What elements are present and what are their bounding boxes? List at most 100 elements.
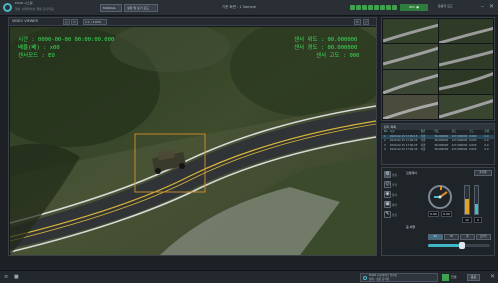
tab-eo[interactable]: EO (428, 234, 443, 240)
zoom-slider-knob[interactable] (459, 242, 466, 249)
reset-button[interactable]: 초기화 (474, 170, 492, 176)
zoom-ratio-button[interactable]: 1:1 / 100% (83, 19, 107, 25)
secondary-gauge-fill (475, 204, 478, 214)
side-button-detect[interactable]: ◉ 탐지 (384, 190, 400, 199)
center-label: 기준 화면 : 1 Sample (222, 5, 256, 9)
table-cell: 127.000000 (451, 148, 468, 151)
gimbal-dial[interactable] (428, 185, 452, 209)
zoom-slider[interactable] (428, 242, 490, 249)
control-sidebar: ⚙ 설정 ◎ 추적 ◉ 탐지 ▣ 화면 ✎ 편집 (384, 170, 400, 220)
table-cell: 0.9 (484, 148, 489, 151)
thumbnail[interactable] (383, 69, 438, 94)
video-toolbar: VIDEO VIEWER □ ▭ 1:1 / 100% ↻ ⤢ (9, 18, 376, 26)
secondary-gauge[interactable] (474, 185, 479, 215)
overlay-latitude: 센서 위도 : 00.000000 (294, 37, 358, 43)
status-led (368, 5, 373, 10)
radar-icon: ◉ (384, 191, 391, 198)
record-indicator[interactable]: REC ● (400, 4, 428, 11)
tab-ir[interactable]: IR (444, 234, 459, 240)
connection-icon (363, 276, 367, 280)
status-led (386, 5, 391, 10)
mode-button[interactable]: MANUAL (100, 4, 122, 12)
side-button-edit[interactable]: ✎ 편집 (384, 210, 400, 219)
minimize-icon[interactable]: – (481, 3, 484, 11)
thumbnail[interactable] (438, 19, 493, 44)
overlay-sensor-mode: 센서모드 : EO (18, 53, 55, 59)
overlay-zoom: 배율(배) : x00 (18, 45, 60, 51)
thumbnail[interactable] (438, 94, 493, 119)
status-led (380, 5, 385, 10)
zoom-slider-label: 줌 배율 (406, 225, 416, 229)
video-panel-title: VIDEO VIEWER (12, 19, 38, 23)
thumbnail[interactable] (383, 19, 438, 44)
tilt-value: 0.00 (441, 211, 452, 217)
close-icon[interactable]: ✕ (490, 273, 495, 280)
app-window: EO/IR 시스템 영상 시뮬레이션 재생 모니터링 MANUAL 설정 및 보… (0, 0, 498, 283)
detection-list-panel: 탐지 목록 No 시간 종류 위도 경도 고도 신뢰 1 2020-02-15 … (381, 123, 495, 165)
overlay-time: 시간 : 0000-00-00 00:00:00.000 (18, 37, 115, 43)
side-button-settings[interactable]: ⚙ 설정 (384, 170, 400, 179)
elevation-gauge-fill (465, 198, 469, 214)
side-button-label: 설정 (392, 173, 397, 177)
side-button-screen[interactable]: ▣ 화면 (384, 200, 400, 209)
thumbnail[interactable] (383, 44, 438, 69)
zoom-slider-fill (428, 244, 463, 247)
pan-value: 0.00 (428, 211, 439, 217)
title-bar: EO/IR 시스템 영상 시뮬레이션 재생 모니터링 MANUAL 설정 및 보… (0, 0, 498, 16)
table-cell: 36.000000 (434, 148, 449, 151)
connection-info-line2: 상태 : 정상 동작중 (369, 277, 390, 281)
side-button-label: 추적 (392, 183, 397, 187)
connection-status-text: 연결 (451, 275, 457, 279)
video-feed[interactable]: 시간 : 0000-00-00 00:00:00.000 배율(배) : x00… (10, 27, 376, 255)
app-title: EO/IR 시스템 (15, 1, 33, 5)
view-config-button[interactable]: 설정 및 보기 모드 (124, 4, 158, 12)
layout-single-button[interactable]: □ (63, 19, 70, 25)
table-cell: 0.000 (468, 148, 477, 151)
elevation-gauge[interactable] (464, 185, 470, 215)
gimbal-control-panel: ⚙ 설정 ◎ 추적 ◉ 탐지 ▣ 화면 ✎ 편집 짐벌제어 초기화 0.00 0.00 1… (381, 167, 495, 256)
side-button-track[interactable]: ◎ 추적 (384, 180, 400, 189)
fullscreen-button[interactable]: ⤢ (363, 19, 370, 25)
thumbnail[interactable] (438, 44, 493, 69)
sensor-tabs: EO IR 줌 포커스 (428, 234, 491, 240)
tab-zoom[interactable]: 줌 (460, 234, 475, 240)
aerial-scene-image (10, 27, 376, 255)
dial-arrow-icon (434, 191, 448, 199)
user-mode-label: 운용자 모드 (438, 4, 453, 8)
table-cell: 2020-02-15 17:00:30 (389, 148, 418, 151)
status-led (392, 5, 397, 10)
target-icon: ◎ (384, 181, 391, 188)
status-led (374, 5, 379, 10)
connection-info: EO/IR 시뮬레이터 연결됨 상태 : 정상 동작중 (360, 273, 438, 282)
tab-focus[interactable]: 포커스 (476, 234, 491, 240)
table-cell: 차량 (420, 148, 426, 151)
screen-icon: ▣ (384, 201, 391, 208)
menu-icon[interactable]: ≡ (4, 274, 8, 280)
gauge-value: 12 (462, 217, 472, 223)
side-button-label: 편집 (392, 213, 397, 217)
exit-button[interactable]: 종료 (467, 274, 480, 281)
status-led (350, 5, 355, 10)
table-row[interactable]: 4 2020-02-15 17:00:30 차량 36.000000 127.0… (382, 148, 494, 153)
gear-icon: ⚙ (384, 171, 391, 178)
refresh-button[interactable]: ↻ (354, 19, 361, 25)
close-icon[interactable]: ✕ (489, 3, 494, 11)
layout-wide-button[interactable]: ▭ (71, 19, 78, 25)
thumbnail[interactable] (438, 69, 493, 94)
overlay-altitude: 센서 고도 : 000 (316, 53, 360, 59)
status-led (362, 5, 367, 10)
gimbal-section-label: 짐벌제어 (406, 171, 418, 175)
lock-icon[interactable]: ■ (14, 274, 19, 280)
gauge-value-2: 0 (474, 217, 482, 223)
status-led (356, 5, 361, 10)
status-bar: ≡ ■ EO/IR 시뮬레이터 연결됨 상태 : 정상 동작중 연결 종료 ✕ (0, 270, 498, 283)
side-button-label: 탐지 (392, 193, 397, 197)
app-subtitle: 영상 시뮬레이션 재생 모니터링 (15, 7, 54, 11)
thumbnail[interactable] (383, 94, 438, 119)
status-leds (350, 5, 397, 11)
connection-status-indicator (442, 274, 449, 281)
video-panel: VIDEO VIEWER □ ▭ 1:1 / 100% ↻ ⤢ 시간: 000… (8, 17, 377, 256)
thumbnail-grid (381, 17, 495, 121)
side-button-label: 화면 (392, 203, 397, 207)
app-logo-icon (3, 3, 12, 12)
